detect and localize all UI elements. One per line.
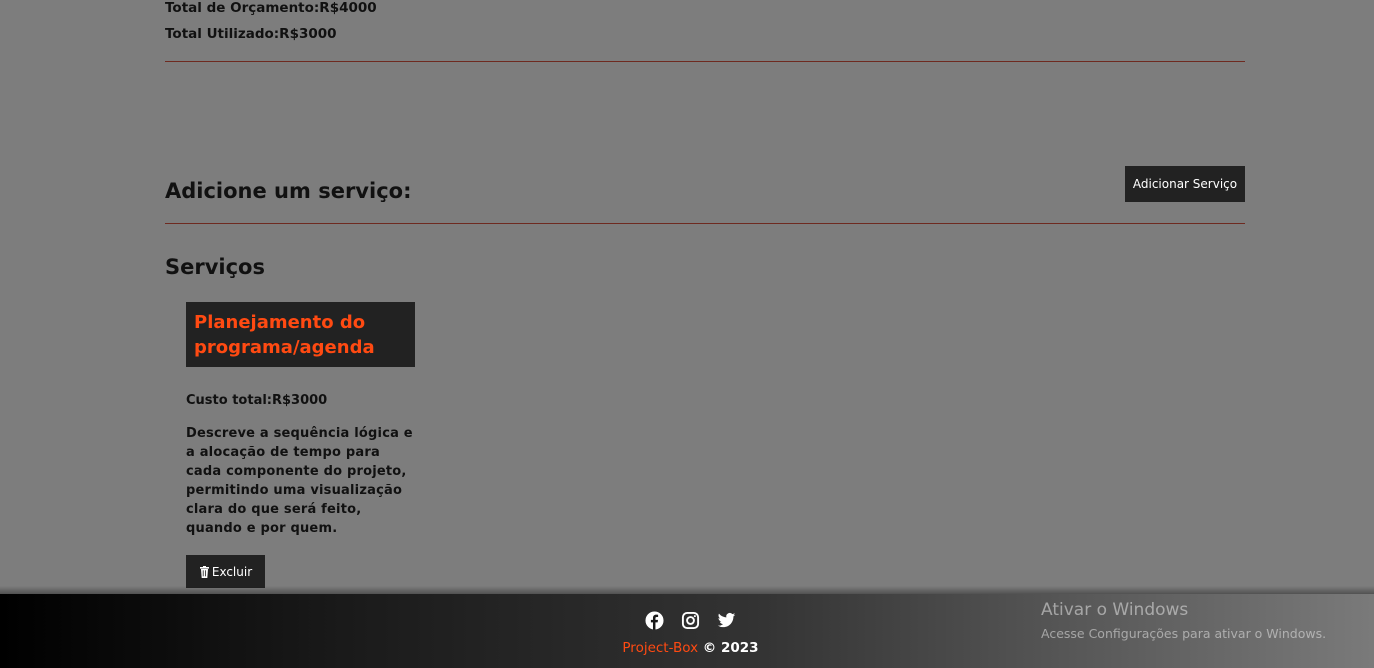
- delete-label: Excluir: [211, 564, 253, 579]
- services-heading: Serviços: [165, 255, 265, 279]
- divider: [165, 61, 1245, 62]
- trash-icon: [199, 565, 209, 578]
- divider: [165, 223, 1245, 224]
- service-description: Descreve a sequência lógica e a alocação…: [186, 426, 413, 536]
- windows-activation-subtitle: Acesse Configurações para ativar o Windo…: [1041, 626, 1327, 641]
- footer-shadow: [0, 586, 1374, 594]
- brand-name: Project-Box: [622, 640, 699, 656]
- service-card: Planejamento do programa/agenda Custo to…: [186, 302, 415, 588]
- add-service-heading: Adicione um serviço:: [165, 179, 412, 203]
- total-used: Total Utilizado:R$3000: [165, 26, 337, 42]
- windows-activation-title: Ativar o Windows: [1041, 600, 1189, 620]
- service-title: Planejamento do programa/agenda: [186, 302, 415, 367]
- add-service-button[interactable]: Adicionar Serviço: [1125, 166, 1245, 202]
- copyright-text: © 2023: [698, 640, 759, 656]
- facebook-icon[interactable]: [645, 611, 664, 630]
- twitter-icon[interactable]: [717, 611, 736, 630]
- social-links: [645, 611, 736, 630]
- project-page: Total de Orçamento:R$4000 Total Utilizad…: [0, 0, 1374, 668]
- service-cost: Custo total:R$3000: [186, 393, 328, 408]
- instagram-icon[interactable]: [681, 611, 700, 630]
- footer-copyright: Project-Box © 2023: [0, 640, 1374, 656]
- delete-service-button[interactable]: Excluir: [186, 555, 265, 588]
- total-budget: Total de Orçamento:R$4000: [165, 0, 377, 16]
